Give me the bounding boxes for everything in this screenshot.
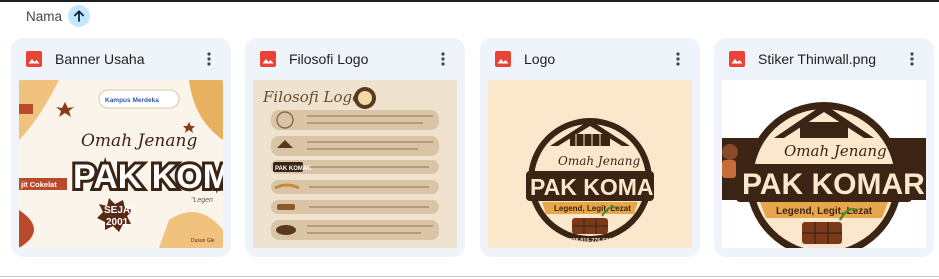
banner-corner-text: Dusun Gle [191,238,215,244]
image-file-icon [260,51,276,67]
banner-year: 2001 [106,217,129,228]
more-options-button[interactable] [197,47,221,71]
more-vert-icon [910,52,914,66]
more-vert-icon [207,52,211,66]
banner-brand-suffix: "Legen [191,197,213,204]
banner-brand: PAK KOM [73,158,223,196]
file-thumbnail: Filosofi Logo PAK KOMAR [253,80,457,248]
file-card[interactable]: Logo Omah Jenang PAK KOMAR Legend, Legit… [480,38,700,257]
bottom-border [0,276,939,277]
file-card-header: Stiker Thinwall.png [714,38,934,80]
banner-script: Omah Jenang [81,131,197,151]
banner-sejak: SEJAK [104,205,138,216]
sort-label[interactable]: Nama [26,9,62,24]
more-vert-icon [676,52,680,66]
logo-brand: PAK KOMAR [530,174,671,200]
more-options-button[interactable] [431,47,455,71]
logo-phone: +628-816-276-689 [566,238,611,244]
file-thumbnail: Kampus Merdeka Omah Jenang PAK KOM "Lege… [19,80,223,248]
file-name: Stiker Thinwall.png [758,51,877,67]
file-thumbnail: Omah Jenang PAK KOMAR Legend, Legit, Lez… [722,80,926,248]
image-file-icon [729,51,745,67]
banner-side-label: jit Cokelat [20,180,57,189]
logo-tagline: Legend, Legit, Lezat [554,204,631,213]
file-card-header: Logo [480,38,700,80]
file-grid: Banner Usaha Kampus Merdeka Omah Jenang [11,38,934,257]
stiker-script: Omah Jenang [784,142,887,160]
file-card[interactable]: Banner Usaha Kampus Merdeka Omah Jenang [11,38,231,257]
banner-badge: Kampus Merdeka [105,97,159,104]
sort-direction-button[interactable] [68,5,91,27]
more-vert-icon [441,52,445,66]
file-card-header: Filosofi Logo [245,38,465,80]
filosofi-mini-brand: PAK KOMAR [275,166,312,172]
file-card-header: Banner Usaha [11,38,231,80]
arrow-up-icon [73,10,85,22]
top-border [0,0,939,2]
file-name: Banner Usaha [55,51,145,67]
file-name: Logo [524,51,556,67]
stiker-brand: PAK KOMAR [742,168,925,201]
stiker-tagline: Legend, Legit, Lezat [776,206,873,217]
image-file-icon [26,51,42,67]
logo-script: Omah Jenang [558,154,640,168]
file-card[interactable]: Filosofi Logo Filosofi Logo PAK KOMAR [245,38,465,257]
file-thumbnail: Omah Jenang PAK KOMAR Legend, Legit, Lez… [488,80,692,248]
sort-bar: Nama [26,4,91,28]
file-name: Filosofi Logo [289,51,369,67]
file-card[interactable]: Stiker Thinwall.png Omah Jenang PAK KOMA… [714,38,934,257]
filosofi-title: Filosofi Logo [262,88,361,106]
more-options-button[interactable] [900,47,924,71]
image-file-icon [495,51,511,67]
more-options-button[interactable] [666,47,690,71]
